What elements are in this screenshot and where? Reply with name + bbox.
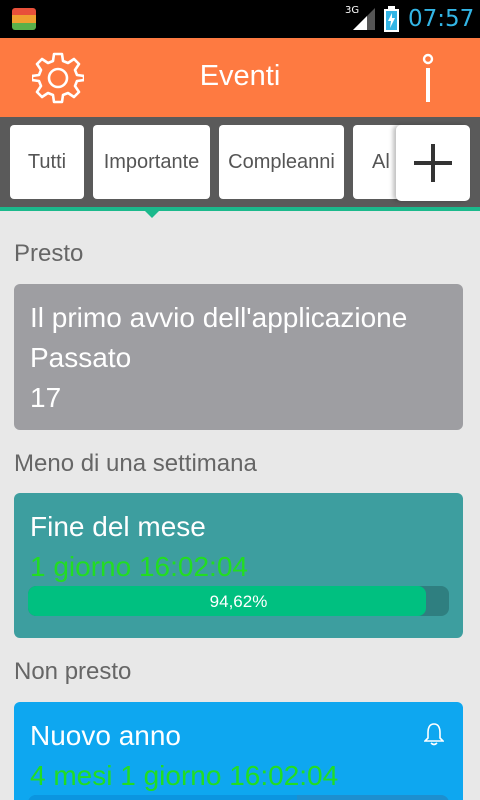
bell-icon[interactable]: [424, 722, 444, 746]
status-bar: 3G 07:57: [0, 0, 480, 38]
selected-tab-pointer: [143, 209, 161, 218]
progress-fill: [28, 795, 298, 800]
tab-all[interactable]: Tutti: [10, 125, 84, 199]
tab-indicator-line: [0, 207, 480, 211]
tab-birthdays[interactable]: Compleanni: [219, 125, 344, 199]
battery-charging-icon: [384, 6, 399, 32]
tab-label: Compleanni: [228, 150, 335, 173]
signal-icon: [353, 8, 375, 30]
app-notification-icon: [12, 8, 36, 30]
add-category-button[interactable]: [396, 125, 470, 201]
section-title-soon: Presto: [14, 240, 84, 267]
tab-label: Importante: [103, 150, 200, 173]
event-card[interactable]: Nuovo anno 4 mesi 1 giorno 16:02:04: [14, 702, 463, 800]
event-title: Nuovo anno: [30, 720, 182, 751]
clock: 07:57: [408, 6, 475, 32]
section-title-week: Meno di una settimana: [14, 450, 257, 477]
page-title: Eventi: [199, 60, 281, 92]
event-progress-bar: [28, 795, 449, 800]
tab-label: Al: [372, 150, 390, 173]
info-icon[interactable]: [414, 52, 442, 104]
tab-label: Tutti: [27, 150, 67, 173]
event-status: Passato: [30, 342, 132, 373]
event-card[interactable]: Fine del mese 1 giorno 16:02:04 94,62%: [14, 493, 463, 638]
event-count: 17: [30, 382, 62, 413]
app-bar: Eventi: [0, 38, 480, 117]
event-countdown: 4 mesi 1 giorno 16:02:04: [30, 760, 339, 791]
plus-icon: [414, 144, 452, 182]
event-progress-bar: 94,62%: [28, 586, 449, 616]
event-card[interactable]: Il primo avvio dell'applicazione Passato…: [14, 284, 463, 430]
tab-important[interactable]: Importante: [93, 125, 210, 199]
event-countdown: 1 giorno 16:02:04: [30, 551, 248, 582]
event-title: Fine del mese: [30, 511, 206, 542]
event-title: Il primo avvio dell'applicazione: [30, 302, 408, 333]
section-title-not-soon: Non presto: [14, 658, 132, 685]
progress-label: 94,62%: [209, 592, 268, 611]
